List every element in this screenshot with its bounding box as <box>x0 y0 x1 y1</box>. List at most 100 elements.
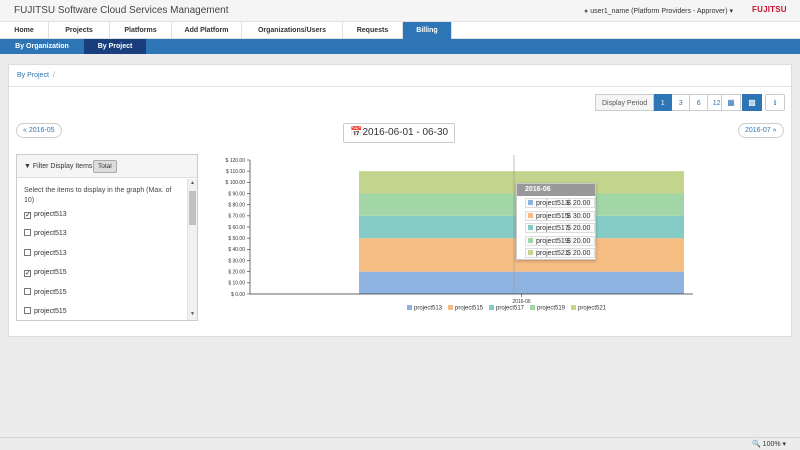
checkbox[interactable] <box>24 249 31 256</box>
tab-organizations-users[interactable]: Organizations/Users <box>242 22 343 39</box>
period-1-button[interactable]: 1 <box>654 94 673 111</box>
date-range-text: 2016-06-01 - 06-30 <box>362 127 449 138</box>
checkbox[interactable] <box>24 288 31 295</box>
tab-add-platform[interactable]: Add Platform <box>172 22 242 39</box>
legend-swatch <box>530 305 535 310</box>
y-tick-label: $ 110.00 <box>226 169 245 175</box>
filter-panel: ▼ Filter Display Items Total Select the … <box>16 154 198 321</box>
period-6-button[interactable]: 6 <box>690 94 709 111</box>
tab-billing[interactable]: Billing <box>403 22 452 39</box>
download-button[interactable]: ⭳ <box>765 94 785 111</box>
tooltip-row: project521 $ 20.00 <box>525 248 595 258</box>
tooltip-swatch <box>528 250 533 255</box>
y-tick-label: $ 40.00 <box>228 247 245 253</box>
next-period-button[interactable]: 2016-07 » <box>738 123 784 138</box>
x-tick-label: 2016-06 <box>512 299 531 305</box>
breadcrumb-by-project[interactable]: By Project <box>17 72 49 79</box>
tooltip-swatch <box>528 225 533 230</box>
legend-swatch <box>407 305 412 310</box>
tooltip-row: project513 $ 20.00 <box>525 198 595 208</box>
legend: project513 project515 project517 project519… <box>407 305 607 312</box>
legend-label: project515 <box>455 306 484 312</box>
display-period-group: Display Period 1 3 6 12 <box>595 94 727 111</box>
tooltip-row-name: project517 <box>536 225 569 232</box>
tooltip-row-value: $ 20.00 <box>567 238 591 245</box>
scroll-up-icon[interactable]: ▲ <box>188 179 197 188</box>
checkbox[interactable]: ✓ <box>24 212 31 219</box>
chart-tooltip: 2016-06 project513 $ 20.00 project515 $ 30… <box>516 183 596 260</box>
tooltip-row-name: project515 <box>536 213 569 220</box>
filter-item[interactable]: project515 <box>24 288 67 298</box>
filter-description: Select the items to display in the graph… <box>24 187 172 204</box>
tooltip-row: project519 $ 20.00 <box>525 236 595 246</box>
table-view-button[interactable]: ▦ <box>721 94 741 111</box>
y-tick-label: $ 90.00 <box>228 191 245 197</box>
filter-item[interactable]: project513 <box>24 249 67 259</box>
filter-item[interactable]: ✓ project513 <box>24 210 67 220</box>
tooltip-row: project517 $ 20.00 <box>525 223 595 233</box>
y-tick-label: $ 30.00 <box>228 258 245 264</box>
tab-requests[interactable]: Requests <box>343 22 403 39</box>
y-tick-label: $ 100.00 <box>226 180 246 186</box>
filter-body: Select the items to display in the graph… <box>17 179 187 320</box>
scroll-thumb[interactable] <box>189 191 196 225</box>
checkbox[interactable]: ✓ <box>24 270 31 277</box>
filter-item-label: project515 <box>34 269 67 276</box>
y-axis: $ 0.00 $ 10.00 $ 20.00 $ 30.00 $ 40.00 $ 50.0… <box>226 158 251 298</box>
tab-home[interactable]: Home <box>0 22 49 39</box>
tab-platforms[interactable]: Platforms <box>110 22 172 39</box>
y-tick-label: $ 60.00 <box>228 225 245 231</box>
legend-swatch <box>571 305 576 310</box>
subtab-by-organization[interactable]: By Organization <box>0 39 84 54</box>
tooltip-title: 2016-06 <box>517 184 595 196</box>
legend-label: project519 <box>537 306 566 312</box>
subtab-by-project[interactable]: By Project <box>84 39 146 54</box>
y-tick-label: $ 10.00 <box>228 281 245 287</box>
filter-item[interactable]: ✓ project515 <box>24 268 67 278</box>
filter-item-label: project515 <box>34 308 67 315</box>
tooltip-row-value: $ 30.00 <box>567 213 591 220</box>
zoom-control[interactable]: 🔍 100% ▾ <box>752 440 786 448</box>
bar-chart-icon: ▩ <box>748 98 756 107</box>
breadcrumb-separator: / <box>52 72 55 79</box>
sub-nav: By Organization By Project <box>0 39 800 54</box>
billing-chart: $ 0.00 $ 10.00 $ 20.00 $ 30.00 $ 40.00 $ 50.0… <box>226 155 693 312</box>
filter-item[interactable]: project513 <box>24 229 67 239</box>
chart-view-button[interactable]: ▩ <box>742 94 762 111</box>
prev-period-button[interactable]: « 2016-05 <box>16 123 62 138</box>
tooltip-row: project515 $ 30.00 <box>525 211 595 221</box>
tooltip-row-name: project513 <box>536 200 569 207</box>
legend-label: project517 <box>496 306 525 312</box>
table-icon: ▦ <box>727 98 735 107</box>
tooltip-row-name: project521 <box>536 250 569 257</box>
filter-item[interactable]: project515 <box>24 307 67 317</box>
y-tick-label: $ 80.00 <box>228 202 245 208</box>
total-button[interactable]: Total <box>93 160 117 173</box>
main-nav: Home Projects Platforms Add Platform Org… <box>0 22 800 39</box>
filter-title: ▼ Filter Display Items <box>24 163 92 170</box>
content-panel: By Project / Display Period 1 3 6 12 ▦ ▩ … <box>8 64 792 337</box>
scroll-down-icon[interactable]: ▼ <box>188 310 197 319</box>
zoom-icon: 🔍 <box>752 441 761 448</box>
y-tick-label: $ 70.00 <box>228 214 245 220</box>
display-period-label: Display Period <box>595 94 655 111</box>
filter-title-text: Filter Display Items <box>32 163 93 170</box>
bar-segment-project513 <box>359 271 684 294</box>
top-bar: FUJITSU Software Cloud Services Manageme… <box>0 0 800 22</box>
checkbox[interactable] <box>24 229 31 236</box>
caret-down-icon: ▾ <box>729 8 734 15</box>
legend-swatch <box>489 305 494 310</box>
filter-scrollbar[interactable]: ▲ ▼ <box>187 179 197 320</box>
zoom-level: 100% <box>762 441 781 448</box>
filter-item-label: project515 <box>34 289 67 296</box>
user-name: user1_name (Platform Providers - Approve… <box>590 8 728 15</box>
y-tick-label: $ 120.00 <box>226 158 246 164</box>
filter-item-label: project513 <box>34 211 67 218</box>
checkbox[interactable] <box>24 307 31 314</box>
period-3-button[interactable]: 3 <box>672 94 691 111</box>
user-menu[interactable]: ● user1_name (Platform Providers - Approv… <box>584 7 733 15</box>
download-icon: ⭳ <box>773 98 777 107</box>
calendar-icon: 📅 <box>350 127 363 138</box>
filter-header: ▼ Filter Display Items Total <box>17 155 197 178</box>
tab-projects[interactable]: Projects <box>49 22 110 39</box>
